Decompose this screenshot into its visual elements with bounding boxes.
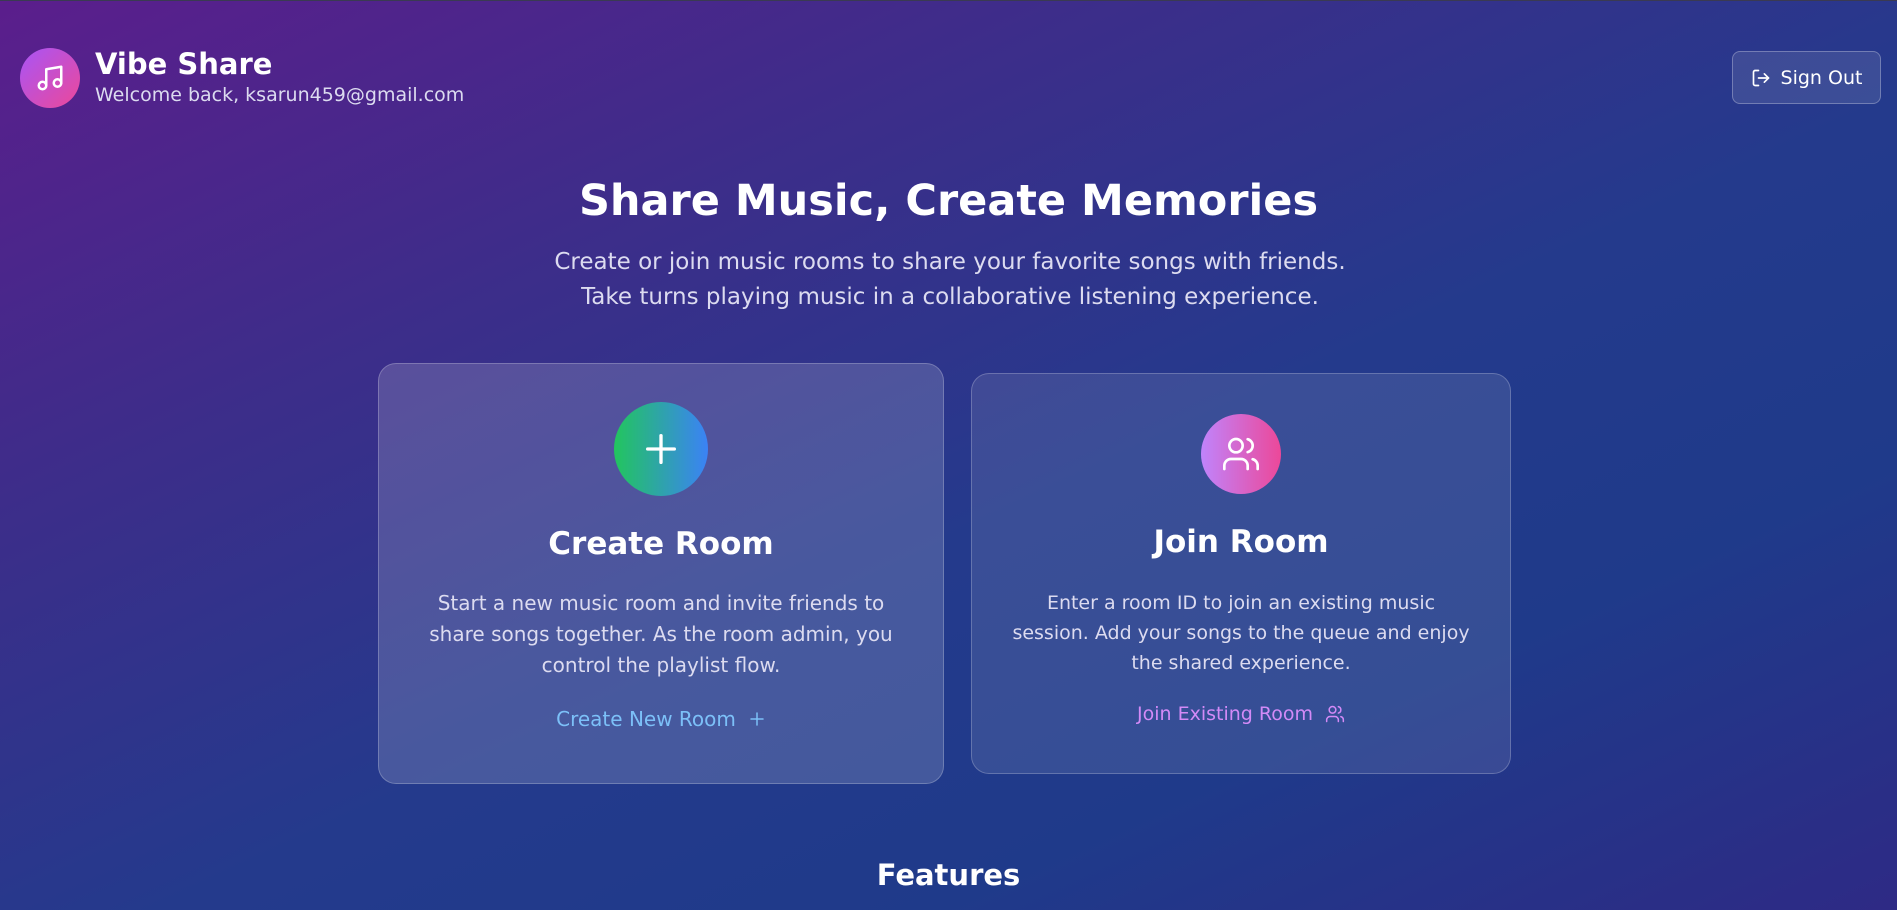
create-room-description: Start a new music room and invite friend… xyxy=(429,591,893,677)
join-room-card[interactable]: Join Room Enter a room ID to join an exi… xyxy=(971,373,1511,774)
create-room-title: Create Room xyxy=(548,526,774,562)
create-room-card[interactable]: Create Room Start a new music room and i… xyxy=(378,363,944,784)
features-heading: Features xyxy=(876,858,1021,892)
create-new-room-label: Create New Room xyxy=(556,707,736,731)
log-out-icon xyxy=(1752,69,1769,86)
join-existing-room-button[interactable]: Join Existing Room xyxy=(1137,703,1345,725)
plus-small-icon xyxy=(750,712,764,726)
join-room-title: Join Room xyxy=(1153,524,1329,560)
plus-icon xyxy=(614,402,708,496)
join-existing-room-label: Join Existing Room xyxy=(1137,703,1313,725)
sign-out-label: Sign Out xyxy=(1780,66,1863,89)
app-title: Vibe Share xyxy=(95,47,273,81)
users-icon xyxy=(1201,414,1281,494)
join-room-description: Enter a room ID to join an existing musi… xyxy=(1012,592,1470,674)
hero-subtitle: Create or join music rooms to share your… xyxy=(554,249,1346,310)
create-new-room-button[interactable]: Create New Room xyxy=(556,707,766,731)
music-note-icon xyxy=(20,47,80,108)
app-header: Vibe Share Welcome back, ksarun459@gmail… xyxy=(20,47,464,108)
hero-title: Share Music, Create Memories xyxy=(578,176,1319,226)
sign-out-button[interactable]: Sign Out xyxy=(1732,51,1881,104)
welcome-text: Welcome back, ksarun459@gmail.com xyxy=(95,84,465,106)
users-small-icon xyxy=(1325,705,1345,723)
brand-block: Vibe Share Welcome back, ksarun459@gmail… xyxy=(95,47,464,108)
